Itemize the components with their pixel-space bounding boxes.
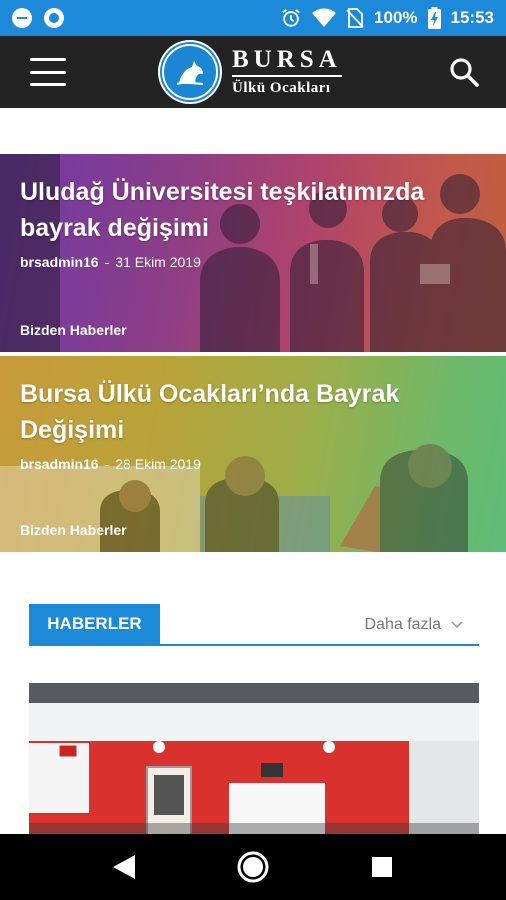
more-label: Daha fazla	[364, 616, 442, 633]
site-logo[interactable]: BURSA Ülkü Ocakları	[158, 40, 342, 104]
logo-subtitle: Ülkü Ocakları	[232, 80, 331, 96]
clock: 15:53	[450, 8, 494, 27]
post-author[interactable]: brsadmin16	[20, 254, 99, 270]
meta-separator: -	[104, 254, 110, 270]
logo-title: BURSA	[232, 47, 342, 77]
home-icon[interactable]	[233, 847, 273, 887]
featured-post-title[interactable]: Bursa Ülkü Ocakları’nda Bayrak Değişimi	[20, 376, 486, 448]
featured-post-card[interactable]: Bursa Ülkü Ocakları’nda Bayrak Değişimi …	[0, 356, 506, 552]
post-author[interactable]: brsadmin16	[20, 456, 99, 472]
search-icon[interactable]	[448, 56, 480, 88]
post-category[interactable]: Bizden Haberler	[20, 322, 127, 338]
more-dropdown[interactable]: Daha fazla	[365, 616, 464, 634]
chevron-down-icon	[451, 616, 463, 634]
news-post-thumbnail[interactable]	[29, 683, 479, 835]
news-post-photo	[29, 683, 479, 835]
post-date: 28 Ekim 2019	[115, 456, 201, 472]
back-icon[interactable]	[104, 847, 144, 887]
featured-post-meta: brsadmin16 - 28 Ekim 2019	[20, 456, 201, 472]
featured-post-card[interactable]: Uludağ Üniversitesi teşkilatımızda bayra…	[0, 154, 506, 352]
featured-post-title[interactable]: Uludağ Üniversitesi teşkilatımızda bayra…	[20, 174, 486, 246]
alarm-icon	[280, 7, 302, 29]
minus-circle-icon	[12, 8, 32, 28]
recents-icon[interactable]	[362, 847, 402, 887]
system-nav-bar	[0, 834, 506, 900]
status-bar: 100% 15:53	[0, 0, 506, 36]
app-bar: BURSA Ülkü Ocakları	[0, 36, 506, 108]
post-date: 31 Ekim 2019	[115, 254, 201, 270]
meta-separator: -	[104, 456, 110, 472]
news-section-header: HABERLER Daha fazla	[29, 604, 479, 646]
featured-post-meta: brsadmin16 - 31 Ekim 2019	[20, 254, 201, 270]
battery-text: 100%	[374, 8, 418, 27]
no-sim-icon	[346, 7, 364, 29]
hamburger-menu-icon[interactable]	[30, 58, 66, 86]
news-section-tab[interactable]: HABERLER	[29, 604, 160, 644]
battery-charging-icon	[427, 7, 441, 29]
record-circle-icon	[44, 8, 64, 28]
post-category[interactable]: Bizden Haberler	[20, 522, 127, 538]
wolf-emblem-icon	[158, 40, 222, 104]
wifi-icon	[312, 8, 337, 28]
